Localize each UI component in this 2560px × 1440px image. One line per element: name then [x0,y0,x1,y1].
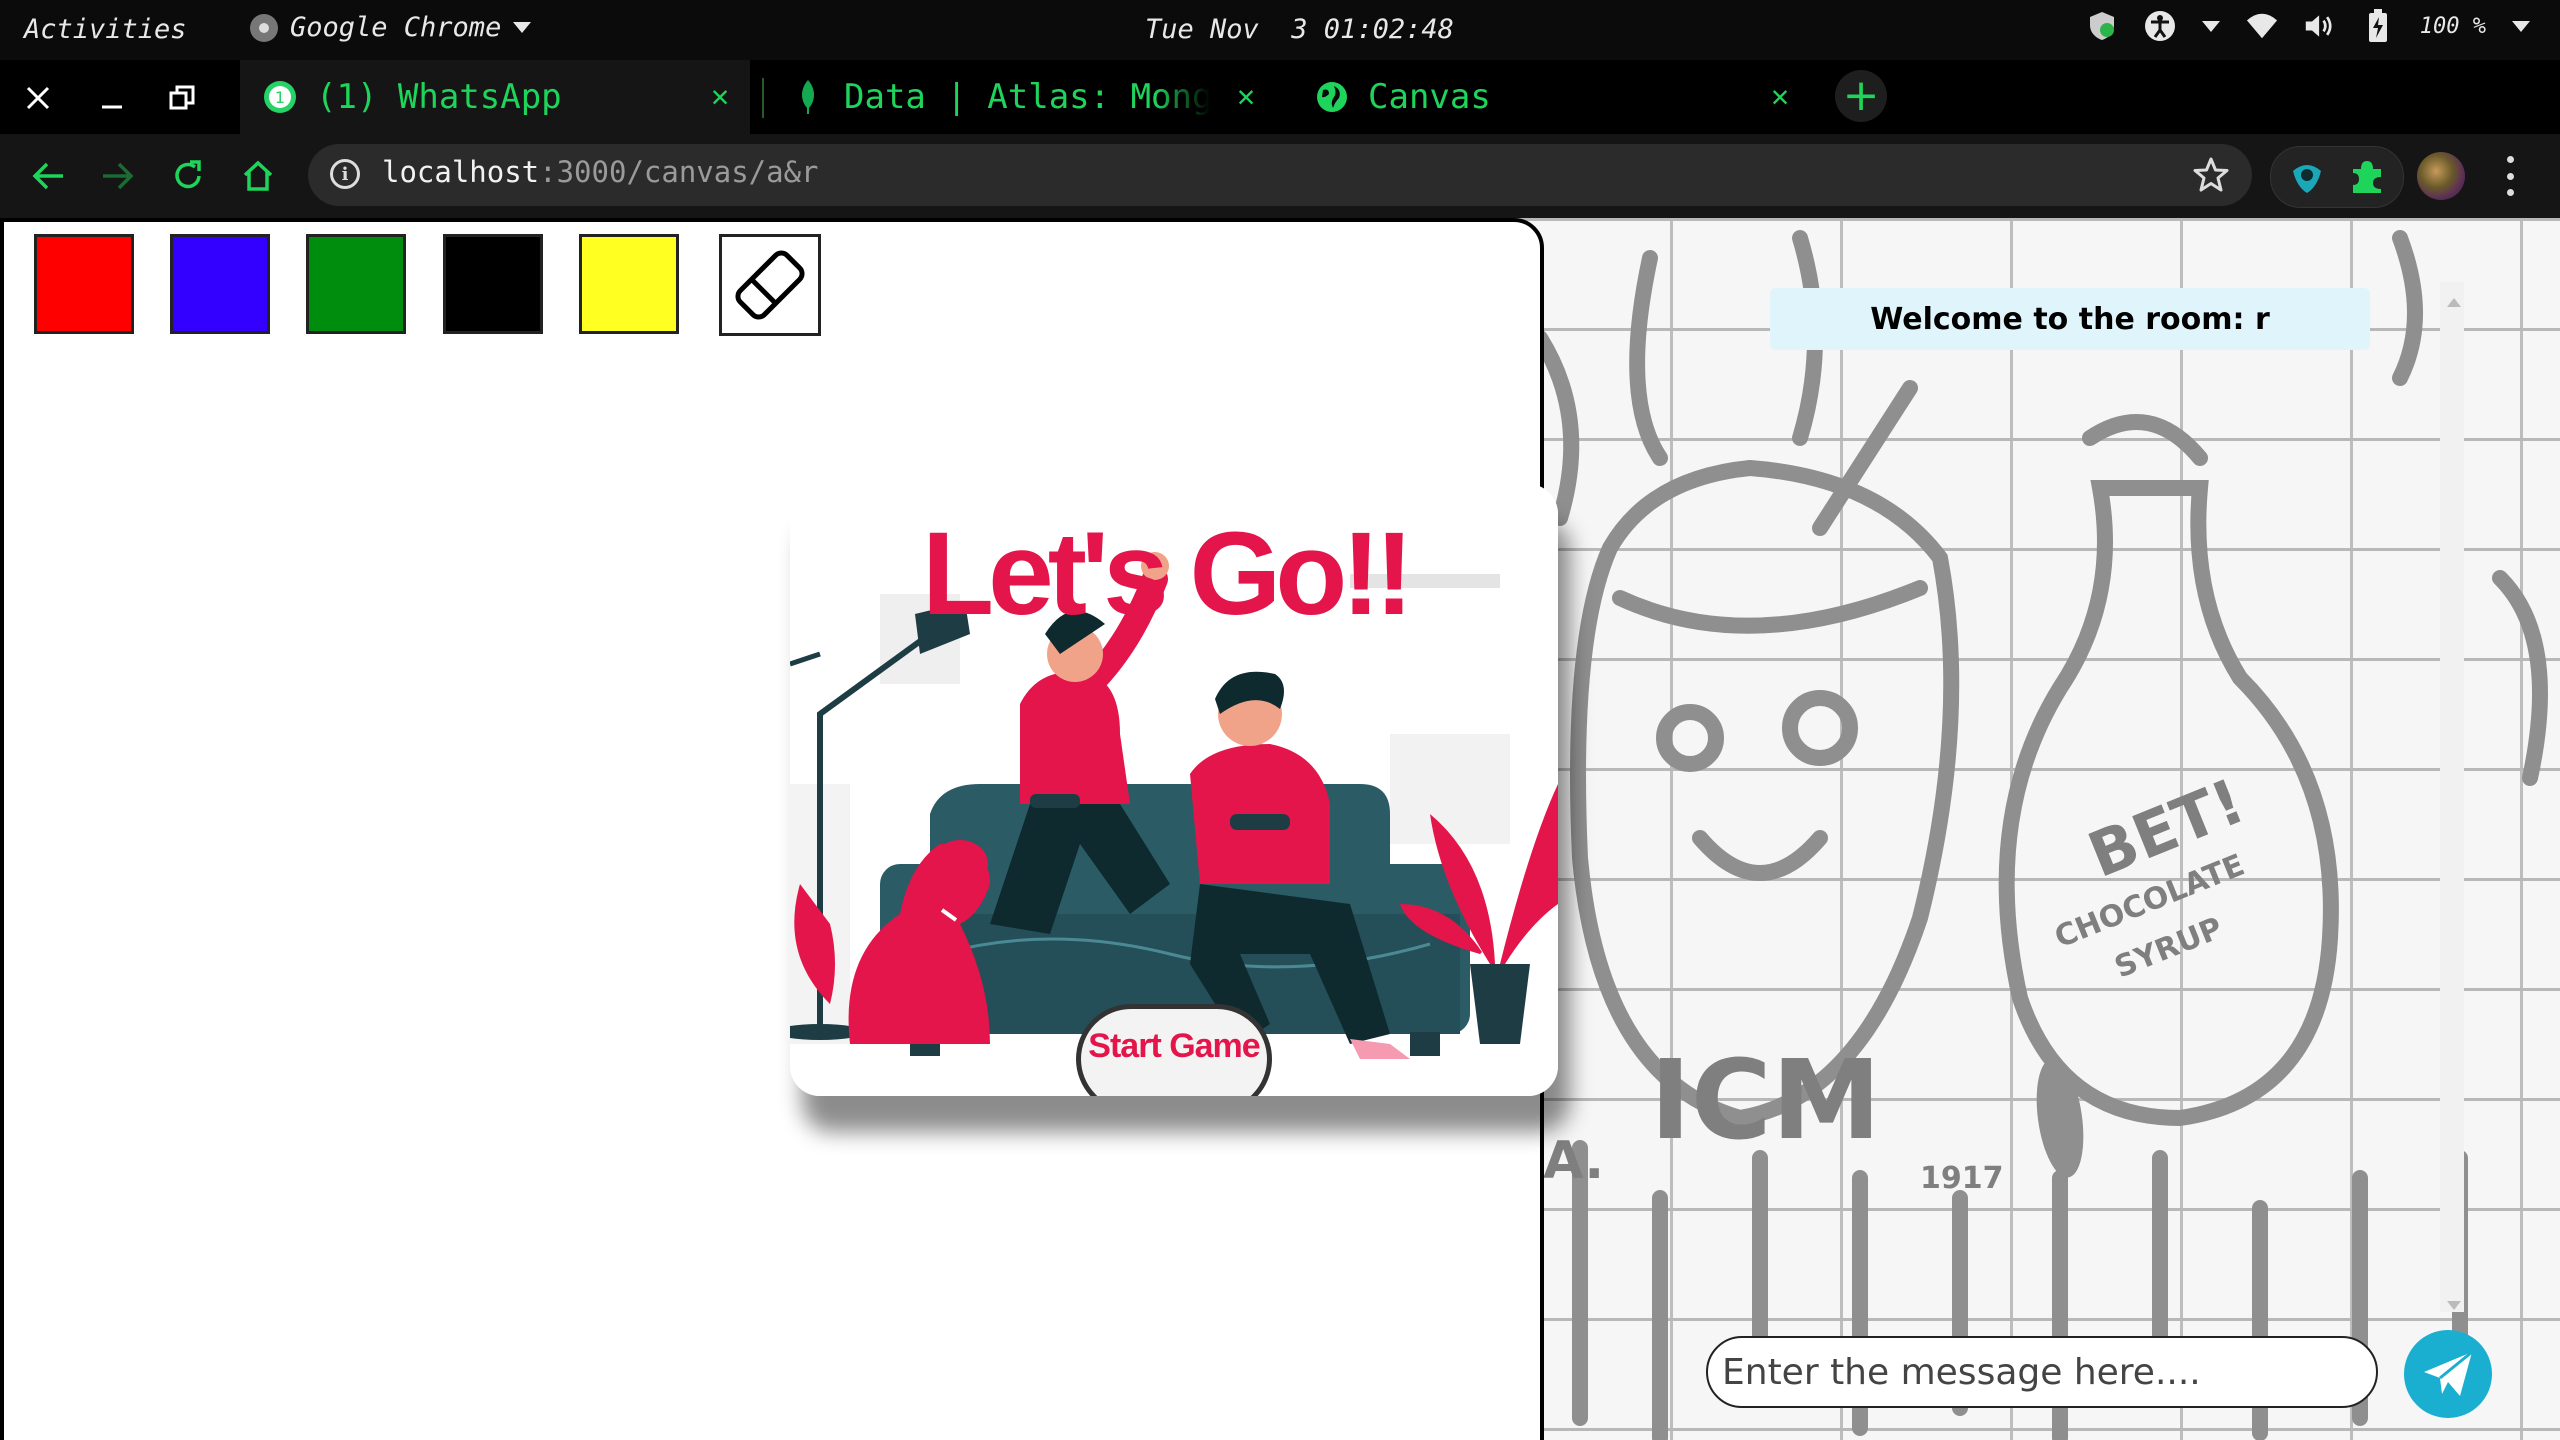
globe-icon [1314,79,1350,115]
close-window-icon[interactable] [18,78,58,118]
bookmark-star-icon[interactable] [2192,156,2230,194]
shield-icon[interactable] [2086,10,2118,42]
accessibility-icon[interactable] [2144,10,2176,42]
address-bar[interactable]: i localhost:3000/canvas/a&r [308,144,2252,206]
app-menu[interactable]: Google Chrome [250,12,532,43]
battery-icon[interactable] [2362,9,2394,42]
lets-go-headline: Let's Go!! [922,508,1408,640]
paper-plane-icon [2424,1350,2473,1396]
chat-scrollbar[interactable] [2440,282,2464,1312]
color-swatch-green[interactable] [306,234,406,334]
more-menu-icon[interactable] [2500,156,2520,196]
back-arrow-icon[interactable] [26,154,70,198]
tab-strip: 1 (1) WhatsApp ✕ Data | Atlas: MongoDB ✕… [0,60,2560,134]
chevron-down-icon[interactable] [2512,20,2530,32]
close-tab-icon[interactable]: ✕ [1228,78,1264,114]
extensions-group [2270,146,2404,208]
reload-icon[interactable] [166,154,210,198]
tab-title: Canvas [1368,77,1491,117]
whatsapp-icon: 1 [262,79,298,115]
color-swatch-red[interactable] [34,234,134,334]
wifi-icon[interactable] [2246,10,2278,42]
web-page: BET! CHOCOLATE SYRUP ICM 1917 LA. Let's … [0,218,2560,1440]
eraser-button[interactable] [719,234,821,336]
chat-panel: Welcome to the room: r [1590,288,2460,1324]
tab-title: Data | Atlas: MongoDB [844,77,1210,117]
clock[interactable]: Tue Nov 3 01:02:48 [1145,14,1454,45]
minimize-window-icon[interactable] [92,78,132,118]
start-game-button[interactable]: Start Game [1076,1004,1272,1096]
scroll-down-arrow-icon[interactable] [2447,1301,2461,1310]
tab-canvas[interactable]: Canvas ✕ [1296,60,1816,134]
svg-text:1: 1 [275,88,285,107]
color-swatch-black[interactable] [443,234,543,334]
tab-title: (1) WhatsApp [316,77,562,117]
battery-percent: 100 % [2419,13,2486,39]
scroll-up-arrow-icon[interactable] [2447,298,2461,307]
home-icon[interactable] [236,154,280,198]
welcome-message: Welcome to the room: r [1770,288,2370,350]
browser-toolbar: i localhost:3000/canvas/a&r [0,134,2560,218]
chevron-down-icon [513,22,532,33]
color-swatch-yellow[interactable] [579,234,679,334]
close-tab-icon[interactable]: ✕ [1762,78,1798,114]
info-icon[interactable]: i [330,159,360,189]
puzzle-piece-icon[interactable] [2347,157,2387,197]
tab-divider [762,78,764,118]
restore-window-icon[interactable] [162,78,202,118]
extension-icon[interactable] [2287,157,2327,197]
url-text[interactable]: localhost:3000/canvas/a&r [382,155,819,189]
new-tab-button[interactable]: + [1835,70,1887,122]
app-name: Google Chrome [290,12,502,43]
chrome-icon [250,13,278,42]
lets-go-modal: Let's Go!! Start Game [790,484,1558,1096]
tab-whatsapp[interactable]: 1 (1) WhatsApp ✕ [240,60,750,134]
eraser-icon [735,250,805,320]
profile-avatar[interactable] [2417,152,2465,200]
message-input[interactable] [1706,1336,2378,1408]
chevron-down-icon[interactable] [2201,20,2220,32]
mongodb-leaf-icon [790,79,826,115]
close-tab-icon[interactable]: ✕ [702,78,738,114]
send-button[interactable] [2404,1330,2492,1418]
system-tray[interactable]: 100 % [2086,9,2530,42]
forward-arrow-icon[interactable] [96,154,140,198]
activities-button[interactable]: Activities [24,14,187,45]
system-top-bar: Activities Google Chrome Tue Nov 3 01:02… [0,0,2560,60]
volume-icon[interactable] [2304,10,2336,42]
tab-mongodb-atlas[interactable]: Data | Atlas: MongoDB ✕ [782,60,1282,134]
color-swatch-blue[interactable] [170,234,270,334]
